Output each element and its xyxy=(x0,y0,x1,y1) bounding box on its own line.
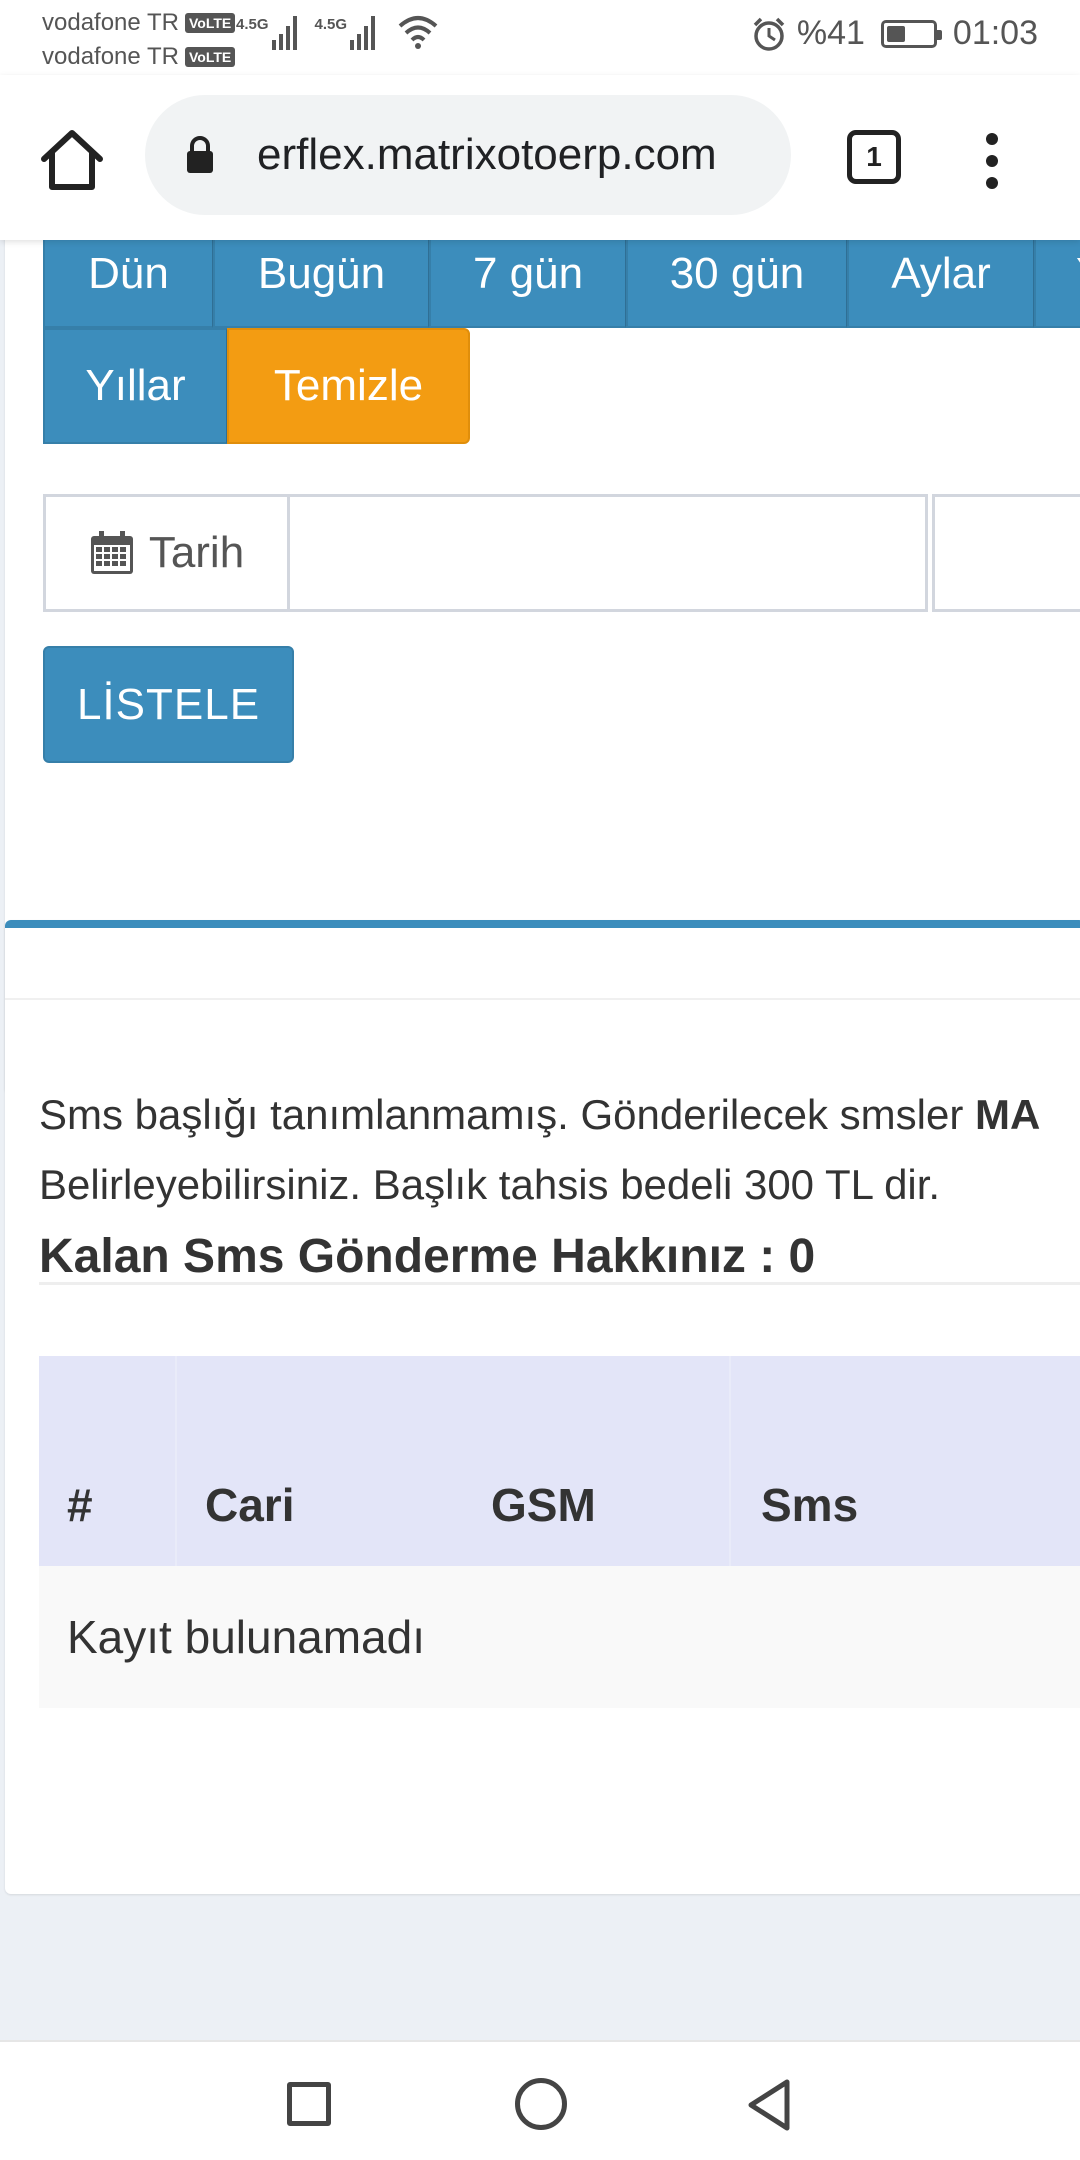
carrier-name-2: vodafone TR xyxy=(42,43,179,70)
home-circle-icon[interactable] xyxy=(515,2078,567,2130)
recent-apps-icon[interactable] xyxy=(287,2082,331,2126)
lock-icon xyxy=(187,136,213,173)
carrier-name-1: vodafone TR xyxy=(42,9,179,36)
range-button-7-days[interactable]: 7 gün xyxy=(429,240,626,328)
network-type-2: 4.5G xyxy=(314,16,348,33)
range-button-months[interactable]: Aylar xyxy=(847,240,1034,328)
carrier-info: vodafone TR VoLTE vodafone TR VoLTE xyxy=(42,6,236,74)
battery-percent: %41 xyxy=(796,14,865,52)
sms-header-notice: Sms başlığı tanımlanmamış. Gönderilecek … xyxy=(39,1091,1041,1138)
range-button-30-days[interactable]: 30 gün xyxy=(626,240,847,328)
column-header-gsm[interactable]: GSM xyxy=(491,1356,731,1566)
sms-table: # Cari GSM Sms Kayıt bulunamadı xyxy=(39,1356,1080,1708)
system-navigation-bar xyxy=(0,2040,1080,2160)
volte-badge: VoLTE xyxy=(184,13,236,33)
wifi-icon xyxy=(398,16,438,49)
column-header-index[interactable]: # xyxy=(39,1356,177,1566)
clear-button[interactable]: Temizle xyxy=(227,328,470,444)
date-range-buttons: Dün Bugün 7 gün 30 gün Aylar Y xyxy=(43,240,1080,328)
status-right: %41 01:03 xyxy=(751,14,1038,53)
tab-switcher-button[interactable]: 1 xyxy=(847,130,901,184)
sms-header-fee: Belirleyebilirsiniz. Başlık tahsis bedel… xyxy=(39,1161,941,1208)
date-filter: Tarih xyxy=(43,494,1080,612)
range-button-weeks[interactable]: Y xyxy=(1034,240,1080,328)
back-icon[interactable] xyxy=(745,2078,793,2132)
sms-info: Sms başlığı tanımlanmamış. Gönderilecek … xyxy=(39,1080,1080,1294)
alarm-icon xyxy=(753,17,785,51)
end-date-input[interactable] xyxy=(932,494,1080,612)
signal-strength-icon xyxy=(350,16,376,50)
network-indicators: 4.5G 4.5G xyxy=(236,12,439,52)
divider xyxy=(39,1282,1080,1285)
column-header-cari[interactable]: Cari xyxy=(177,1356,491,1566)
signal-strength-icon xyxy=(271,16,297,50)
status-bar: vodafone TR VoLTE vodafone TR VoLTE 4.5G… xyxy=(0,0,1080,75)
clock: 01:03 xyxy=(952,14,1038,52)
column-header-sms[interactable]: Sms xyxy=(731,1356,1080,1566)
range-button-today[interactable]: Bugün xyxy=(213,240,429,328)
panel-divider xyxy=(5,998,1080,1000)
network-type-1: 4.5G xyxy=(236,16,269,33)
address-bar[interactable]: ​erflex.matrixotoerp.com xyxy=(145,95,791,215)
calendar-icon xyxy=(90,531,133,574)
volte-badge: VoLTE xyxy=(184,47,236,67)
table-header: # Cari GSM Sms xyxy=(39,1356,1080,1566)
browser-toolbar: ​erflex.matrixotoerp.com 1 xyxy=(0,75,1080,240)
page-content: Dün Bugün 7 gün 30 gün Aylar Y Yıllar Te… xyxy=(0,240,1080,2040)
home-icon[interactable] xyxy=(38,127,106,193)
range-button-yesterday[interactable]: Dün xyxy=(43,240,213,328)
start-date-input[interactable] xyxy=(290,494,928,612)
url-text[interactable]: ​erflex.matrixotoerp.com xyxy=(257,95,771,215)
battery-icon xyxy=(880,19,942,48)
date-label: Tarih xyxy=(148,528,245,577)
list-button[interactable]: LİSTELE xyxy=(43,646,294,763)
date-range-buttons-row2: Yıllar Temizle xyxy=(43,328,470,444)
table-row-empty: Kayıt bulunamadı xyxy=(39,1566,1080,1708)
date-label-addon: Tarih xyxy=(43,494,290,612)
sms-panel: Sms başlığı tanımlanmamış. Gönderilecek … xyxy=(5,920,1080,1894)
range-button-years[interactable]: Yıllar xyxy=(43,328,227,444)
overflow-menu-icon[interactable] xyxy=(975,131,1015,191)
